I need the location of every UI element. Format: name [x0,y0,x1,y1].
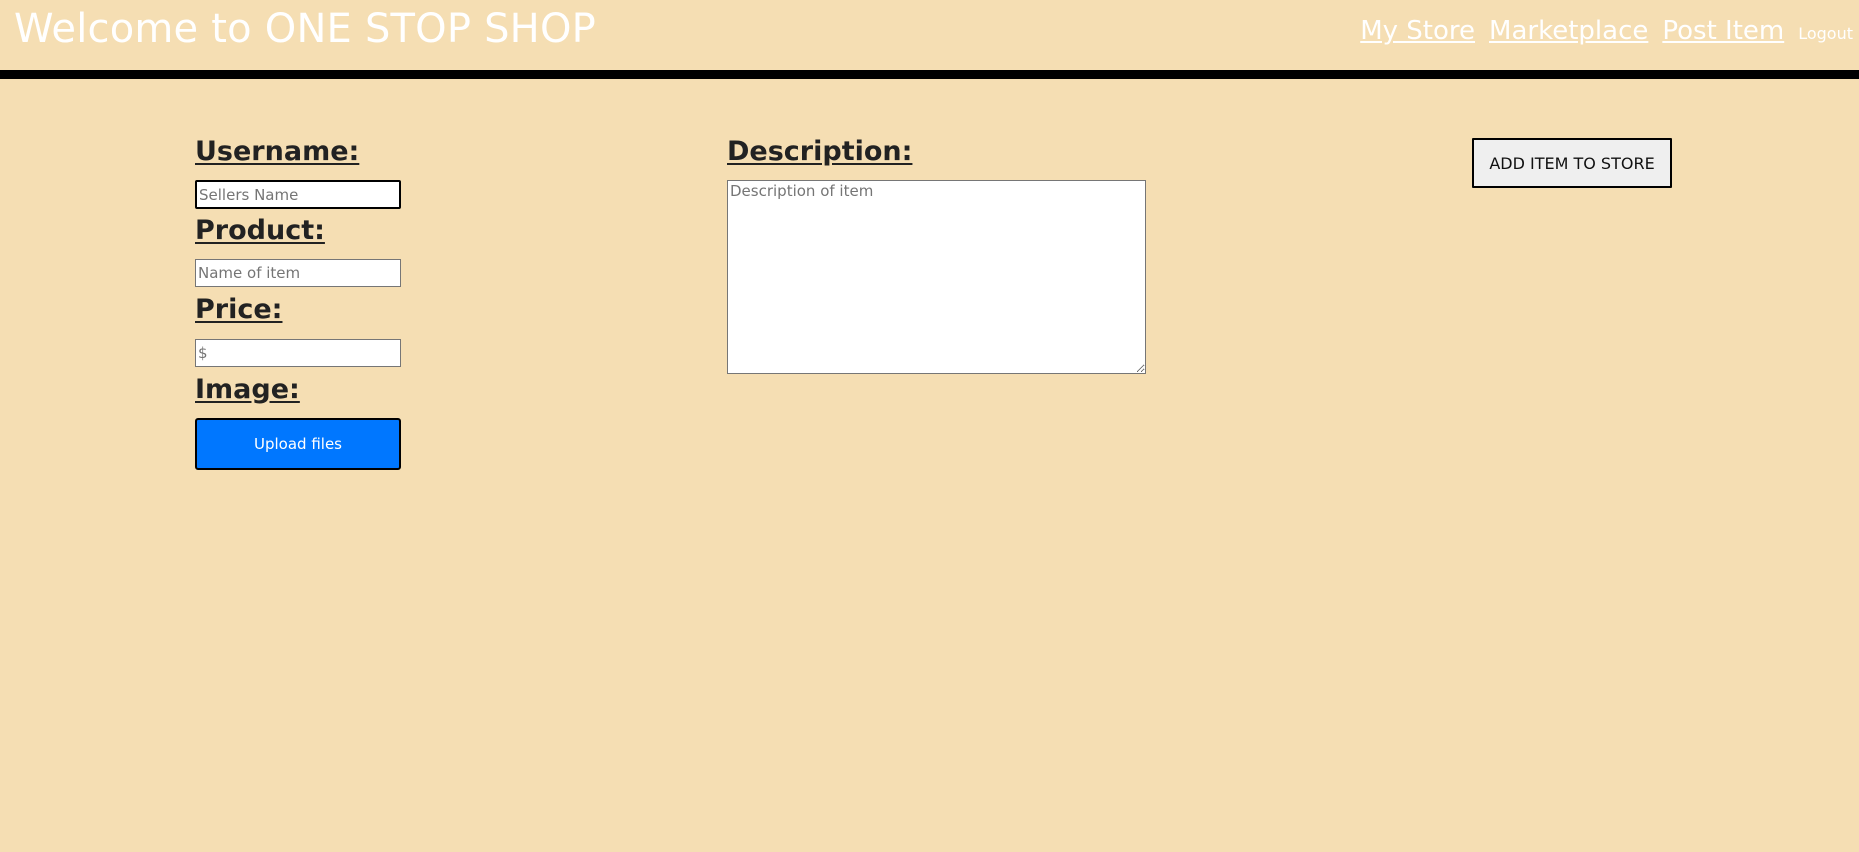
username-label: Username: [195,136,360,167]
nav-logout-link[interactable]: Logout [1798,24,1853,43]
site-header: Welcome to ONE STOP SHOP My Store Market… [0,0,1859,79]
description-label: Description: [727,136,913,167]
product-input[interactable] [195,259,401,287]
image-label: Image: [195,374,300,405]
nav-post-item-link[interactable]: Post Item [1662,16,1784,46]
nav-my-store-link[interactable]: My Store [1360,16,1475,46]
price-input[interactable] [195,339,401,367]
description-textarea[interactable] [727,180,1146,374]
product-label: Product: [195,215,325,246]
upload-files-button[interactable]: Upload files [195,418,401,470]
username-input[interactable] [195,180,401,209]
site-title: Welcome to ONE STOP SHOP [14,6,596,52]
price-label: Price: [195,294,283,325]
main-nav: My Store Marketplace Post Item Logout [1360,16,1853,46]
nav-marketplace-link[interactable]: Marketplace [1489,16,1648,46]
add-item-to-store-button[interactable]: ADD ITEM TO STORE [1472,138,1672,188]
